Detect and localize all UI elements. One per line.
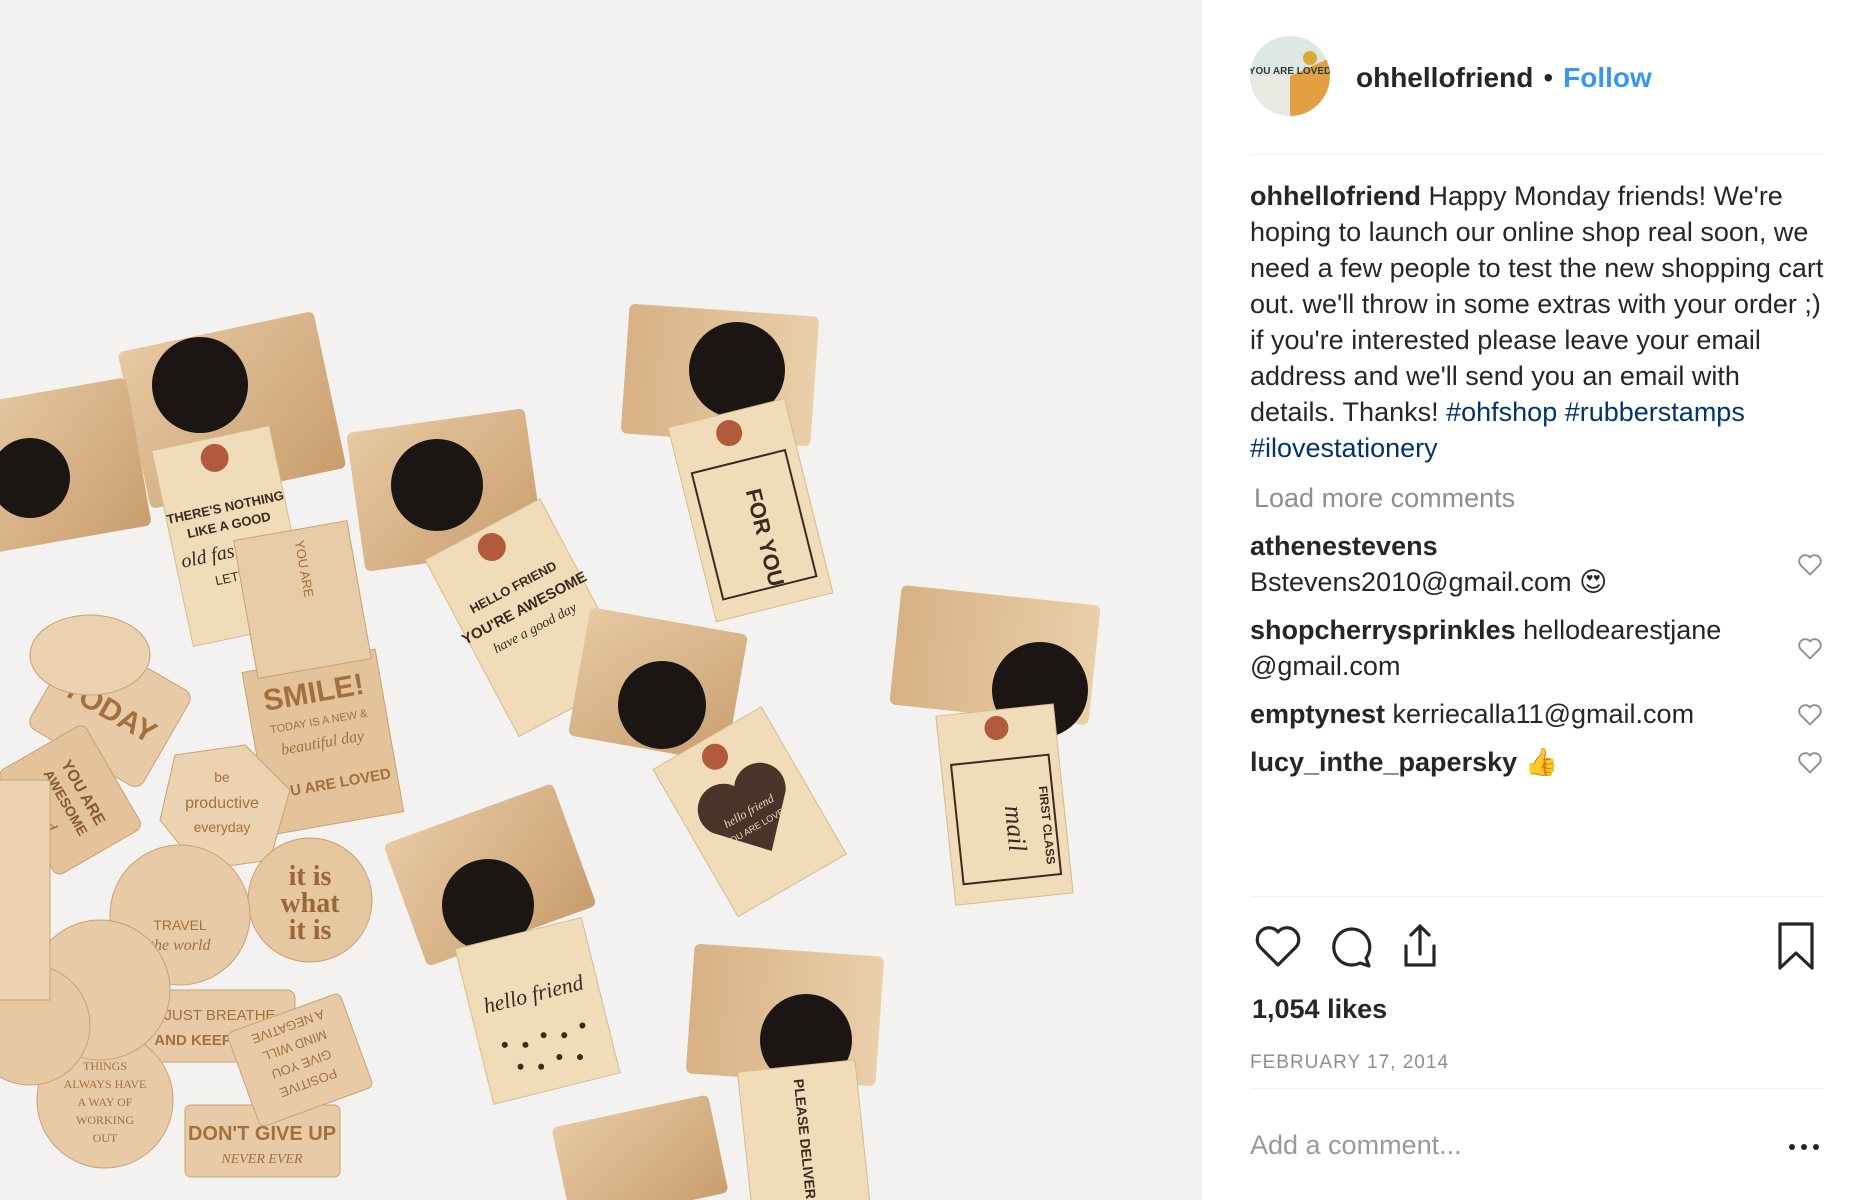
chip-loved: YOU ARE <box>233 520 372 680</box>
photo-text: it is <box>289 915 332 946</box>
action-bar <box>1250 918 1824 974</box>
post-header: YOU ARE LOVED ohhellofriend • Follow <box>1250 36 1824 154</box>
photo-text: TRAVEL <box>153 917 207 933</box>
photo-text: DON'T GIVE UP <box>188 1123 336 1145</box>
comment-text: Bstevens2010@gmail.com 😍 <box>1250 567 1608 597</box>
hashtag-link[interactable]: #rubberstamps <box>1565 397 1745 427</box>
avatar[interactable]: YOU ARE LOVED <box>1250 36 1330 116</box>
hashtag-link[interactable]: #ohfshop <box>1446 397 1557 427</box>
caption-username[interactable]: ohhellofriend <box>1250 181 1421 211</box>
chip-itis: it is what it is <box>247 837 373 963</box>
photo-text: mail <box>999 804 1033 853</box>
header-username[interactable]: ohhellofriend <box>1356 62 1533 94</box>
photo-text: WORKING <box>76 1113 134 1127</box>
comment-icon[interactable] <box>1322 918 1378 974</box>
photo-text: everyday <box>194 819 251 835</box>
post-date: FEBRUARY 17, 2014 <box>1250 1052 1450 1073</box>
comment-heart-icon[interactable] <box>1796 748 1824 776</box>
header-separator: • <box>1543 62 1554 93</box>
comment-text: kerriecalla11@gmail.com <box>1385 699 1695 729</box>
comment-username[interactable]: athenestevens <box>1250 531 1438 561</box>
load-more-comments-button[interactable]: Load more comments <box>1254 480 1824 516</box>
follow-button[interactable]: Follow <box>1563 62 1652 94</box>
more-options-icon[interactable] <box>1784 1138 1824 1156</box>
photo-text: THINGS <box>83 1059 127 1073</box>
comment-username[interactable]: shopcherrysprinkles <box>1250 615 1516 645</box>
comment-heart-icon[interactable] <box>1796 634 1824 662</box>
comment-item: emptynest kerriecalla11@gmail.com <box>1250 696 1824 732</box>
likes-count[interactable]: 1,054 likes <box>1252 994 1387 1025</box>
divider <box>1250 896 1824 897</box>
photo-illustration: THERE'S NOTHING LIKE A GOOD old fashione… <box>0 0 1201 1200</box>
photo-text: be <box>214 769 230 785</box>
comment-username[interactable]: emptynest <box>1250 699 1385 729</box>
photo-text: productive <box>185 795 259 812</box>
comments-section: ohhellofriend Happy Monday friends! We'r… <box>1250 178 1824 792</box>
add-comment-input[interactable]: Add a comment... <box>1250 1130 1790 1161</box>
comment-item: athenestevens Bstevens2010@gmail.com 😍 <box>1250 528 1824 600</box>
comment-text: 👍 <box>1517 747 1559 777</box>
photo-text: A WAY OF <box>78 1095 133 1109</box>
avatar-text: YOU ARE LOVED <box>1250 66 1330 77</box>
divider <box>1250 154 1824 155</box>
bookmark-icon[interactable] <box>1768 918 1824 974</box>
heart-icon[interactable] <box>1250 918 1306 974</box>
share-icon[interactable] <box>1392 918 1448 974</box>
post-photo[interactable]: THERE'S NOTHING LIKE A GOOD old fashione… <box>0 0 1202 1200</box>
caption-text: Happy Monday friends! We're hoping to la… <box>1250 181 1824 427</box>
comment-item: shopcherrysprinkles hellodearestjane @gm… <box>1250 612 1824 684</box>
comment-heart-icon[interactable] <box>1796 700 1824 728</box>
comment-heart-icon[interactable] <box>1796 550 1824 578</box>
hashtag-link[interactable]: #ilovestationery <box>1250 433 1438 463</box>
photo-text: ALWAYS HAVE <box>64 1077 147 1091</box>
photo-text: NEVER EVER <box>220 1152 303 1167</box>
comment-username[interactable]: lucy_inthe_papersky <box>1250 747 1517 777</box>
comment-item: lucy_inthe_papersky 👍 <box>1250 744 1824 780</box>
photo-text: OUT <box>93 1131 118 1145</box>
divider <box>1250 1088 1824 1089</box>
caption: ohhellofriend Happy Monday friends! We'r… <box>1250 178 1824 466</box>
post-side-panel: YOU ARE LOVED ohhellofriend • Follow ohh… <box>1202 0 1872 1200</box>
